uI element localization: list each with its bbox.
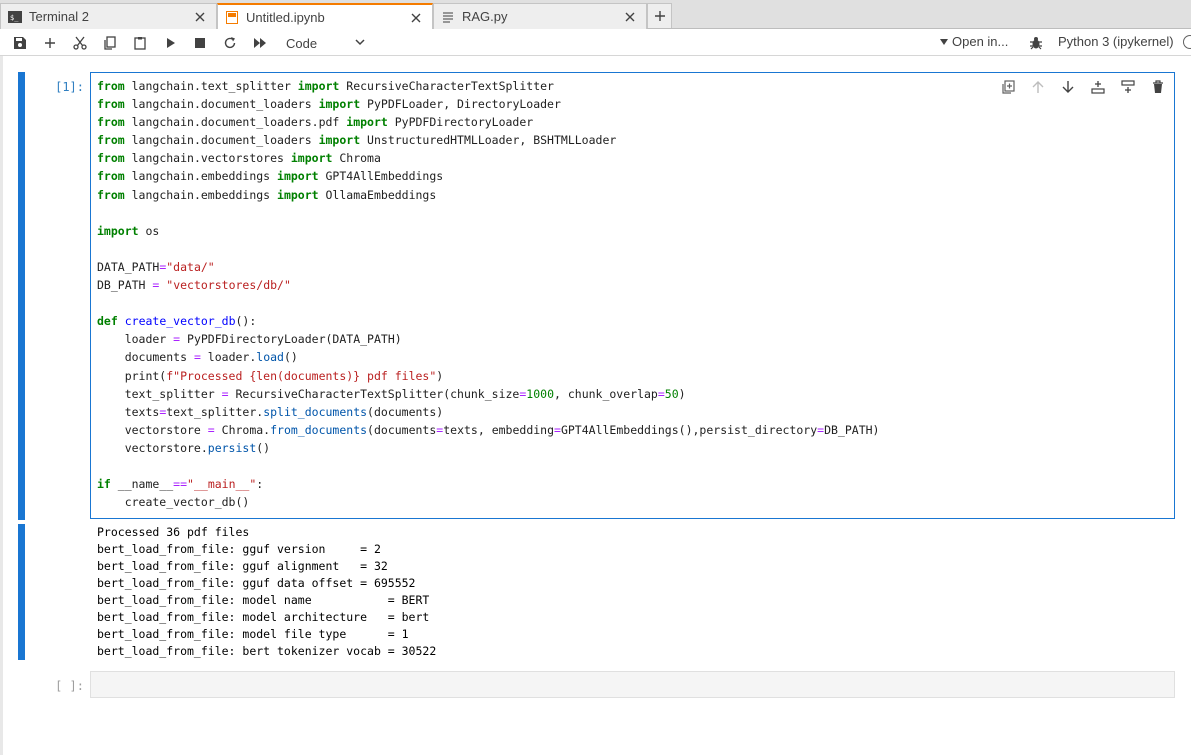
code-line: def create_vector_db(): — [97, 314, 257, 329]
insert-below-icon — [1121, 80, 1135, 93]
code-cell-editor[interactable]: from langchain.text_splitter import Recu… — [90, 72, 1175, 519]
code-line: loader = PyPDFDirectoryLoader(DATA_PATH) — [97, 332, 402, 347]
code-line: if __name__=="__main__": — [97, 477, 264, 492]
code-line: from langchain.embeddings import GPT4All… — [97, 169, 444, 184]
caret-down-icon — [940, 38, 948, 45]
code-line: create_vector_db() — [97, 495, 250, 510]
tab-label: Terminal 2 — [29, 9, 89, 24]
chevron-down-icon — [355, 39, 365, 46]
scissors-icon — [73, 36, 87, 50]
cell-type-value: Code — [286, 35, 318, 51]
code-line: print(f"Processed {len(documents)} pdf f… — [97, 368, 444, 383]
code-line: documents = loader.load() — [97, 350, 298, 365]
play-icon — [167, 38, 175, 48]
code-line: vectorstore.persist() — [97, 440, 271, 455]
insert-above-icon — [1091, 81, 1105, 94]
window-edge — [0, 56, 3, 755]
arrow-down-icon — [1062, 81, 1074, 93]
copy-button[interactable] — [100, 33, 120, 53]
cell-toolbar — [998, 77, 1168, 97]
output-line: bert_load_from_file: model name = BERT — [97, 593, 430, 607]
cell-prompt: [1]: — [55, 80, 84, 94]
notebook-icon — [224, 10, 240, 26]
open-in-button[interactable]: Open in... — [940, 34, 1008, 49]
notebook-toolbar: Code Open in... Python 3 (ipykernel) — [0, 29, 1191, 56]
cell-type-select[interactable]: Code — [280, 33, 368, 53]
bug-icon — [1030, 37, 1042, 50]
kernel-status-icon — [1183, 35, 1191, 49]
code-line: from langchain.vectorstores import Chrom… — [97, 151, 381, 166]
close-icon[interactable] — [408, 10, 424, 26]
run-button[interactable] — [160, 33, 180, 53]
code-line: from langchain.text_splitter import Recu… — [97, 79, 554, 93]
input-collapser[interactable] — [18, 72, 25, 520]
output-line: bert_load_from_file: gguf data offset = … — [97, 576, 416, 590]
code-line: from langchain.document_loaders import U… — [97, 133, 617, 148]
empty-code-cell-editor[interactable] — [90, 671, 1175, 698]
trash-icon — [1153, 80, 1163, 93]
restart-button[interactable] — [220, 33, 240, 53]
code-line: from langchain.document_loaders.pdf impo… — [97, 115, 534, 130]
output-line: bert_load_from_file: gguf alignment = 32 — [97, 559, 388, 573]
output-line: bert_load_from_file: bert tokenizer voca… — [97, 644, 437, 658]
plus-icon — [45, 38, 55, 48]
new-tab-button[interactable] — [647, 3, 672, 28]
duplicate-icon — [1002, 80, 1015, 94]
close-icon[interactable] — [622, 9, 638, 25]
stop-icon — [195, 38, 205, 48]
cut-button[interactable] — [70, 33, 90, 53]
tab-terminal-2[interactable]: $_ Terminal 2 — [0, 3, 217, 29]
output-collapser[interactable] — [18, 524, 25, 660]
delete-cell-button[interactable] — [1148, 77, 1168, 97]
save-icon — [14, 37, 26, 49]
restart-run-all-button[interactable] — [250, 33, 270, 53]
output-line: bert_load_from_file: gguf version = 2 — [97, 542, 381, 556]
insert-below-button[interactable] — [1118, 77, 1138, 97]
tab-label: RAG.py — [462, 9, 508, 24]
plus-icon — [654, 11, 665, 21]
move-up-button[interactable] — [1028, 77, 1048, 97]
file-text-icon — [440, 9, 456, 25]
tab-bar: $_ Terminal 2 Untitled.ipynb RAG.py — [0, 0, 1191, 30]
paste-button[interactable] — [130, 33, 150, 53]
kernel-name-button[interactable]: Python 3 (ipykernel) — [1058, 34, 1174, 49]
output-line: bert_load_from_file: model file type = 1 — [97, 627, 409, 641]
code-line: DATA_PATH="data/" — [97, 259, 215, 274]
duplicate-cell-button[interactable] — [998, 77, 1018, 97]
code-line: from langchain.embeddings import OllamaE… — [97, 187, 437, 202]
clipboard-icon — [134, 37, 146, 50]
code-line: from langchain.document_loaders import P… — [97, 97, 561, 112]
cell-output: Processed 36 pdf files bert_load_from_fi… — [97, 524, 436, 660]
svg-text:$_: $_ — [10, 14, 19, 22]
refresh-icon — [224, 37, 236, 49]
tab-untitled-ipynb[interactable]: Untitled.ipynb — [217, 3, 433, 30]
code-line: import os — [97, 223, 160, 238]
cell-prompt: [ ]: — [55, 679, 84, 693]
interrupt-button[interactable] — [190, 33, 210, 53]
insert-above-button[interactable] — [1088, 77, 1108, 97]
close-icon[interactable] — [192, 9, 208, 25]
code-line: DB_PATH = "vectorstores/db/" — [97, 278, 291, 293]
copy-icon — [104, 36, 116, 50]
save-button[interactable] — [10, 33, 30, 53]
fast-forward-icon — [254, 38, 266, 48]
code-line: vectorstore = Chroma.from_documents(docu… — [97, 422, 880, 437]
code-content: from langchain.text_splitter import Recu… — [97, 77, 879, 511]
move-down-button[interactable] — [1058, 77, 1078, 97]
terminal-icon: $_ — [7, 9, 23, 25]
output-line: bert_load_from_file: model architecture … — [97, 610, 430, 624]
insert-cell-button[interactable] — [40, 33, 60, 53]
code-line: text_splitter = RecursiveCharacterTextSp… — [97, 386, 686, 401]
open-in-label: Open in... — [952, 34, 1009, 49]
arrow-up-icon — [1032, 81, 1044, 93]
debugger-button[interactable] — [1026, 33, 1046, 53]
tab-rag-py[interactable]: RAG.py — [433, 3, 647, 29]
tab-label: Untitled.ipynb — [246, 10, 325, 25]
output-line: Processed 36 pdf files — [97, 525, 250, 539]
code-line: texts=text_splitter.split_documents(docu… — [97, 404, 444, 419]
